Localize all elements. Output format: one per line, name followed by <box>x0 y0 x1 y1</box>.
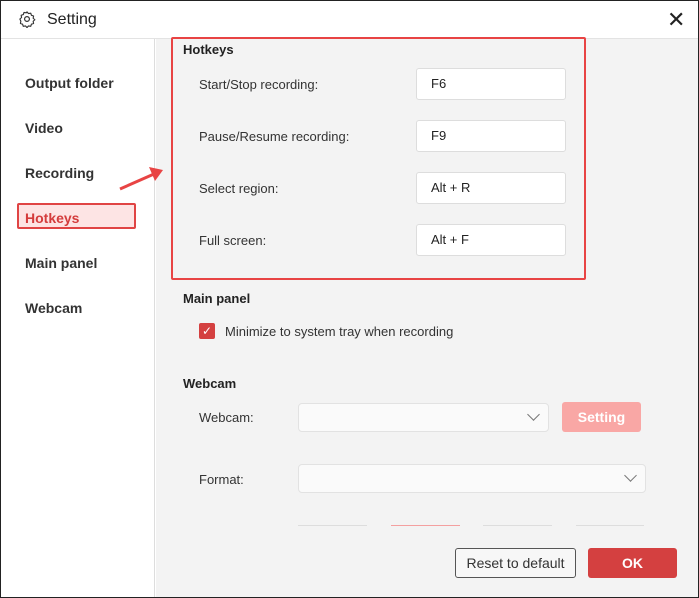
chevron-down-icon <box>624 469 637 482</box>
format-label: Format: <box>199 472 244 487</box>
annotation-arrow-icon <box>119 167 163 191</box>
settings-window: Setting ✕ Output folder Video Recording … <box>0 0 699 598</box>
chevron-down-icon <box>527 408 540 421</box>
webcam-heading: Webcam <box>183 376 237 391</box>
sidebar-item-output-folder[interactable]: Output folder <box>25 75 114 91</box>
webcam-label: Webcam: <box>199 410 254 425</box>
sidebar-item-recording[interactable]: Recording <box>25 165 94 181</box>
annotation-highlight-box <box>171 37 586 280</box>
webcam-setting-button[interactable]: Setting <box>562 402 641 432</box>
window-title: Setting <box>47 11 97 28</box>
gear-icon <box>19 11 36 28</box>
sidebar-item-main-panel[interactable]: Main panel <box>25 255 97 271</box>
ok-button[interactable]: OK <box>588 548 677 578</box>
sidebar-item-webcam[interactable]: Webcam <box>25 300 82 316</box>
sidebar-item-hotkeys[interactable]: Hotkeys <box>25 210 79 226</box>
cut-off-control <box>391 525 460 526</box>
close-icon[interactable]: ✕ <box>667 7 685 33</box>
webcam-select[interactable] <box>298 403 549 432</box>
reset-to-default-button[interactable]: Reset to default <box>455 548 576 578</box>
cut-off-control <box>576 525 644 526</box>
cut-off-control <box>298 525 367 526</box>
title-bar: Setting ✕ <box>1 1 698 39</box>
minimize-tray-label: Minimize to system tray when recording <box>225 324 454 339</box>
sidebar: Output folder Video Recording Hotkeys Ma… <box>1 39 155 597</box>
sidebar-item-video[interactable]: Video <box>25 120 63 136</box>
minimize-tray-checkbox[interactable]: ✓ <box>199 323 215 339</box>
cut-off-control <box>483 525 552 526</box>
format-select[interactable] <box>298 464 646 493</box>
main-panel-heading: Main panel <box>183 291 251 306</box>
